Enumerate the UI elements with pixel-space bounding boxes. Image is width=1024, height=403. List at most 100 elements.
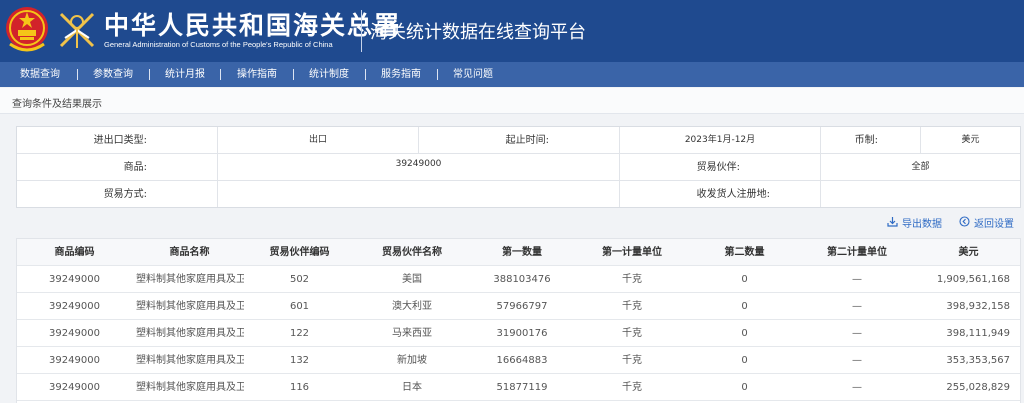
commodity-name-cell: 塑料制其他家庭用具及卫生或盥洗用具 xyxy=(136,274,244,285)
second-quantity-cell: 0 xyxy=(741,382,748,393)
nav-separator xyxy=(437,69,438,80)
column-header: 第一计量单位 xyxy=(602,247,662,258)
table-header: 商品编码 商品名称 贸易伙伴编码 贸易伙伴名称 第一数量 第一计量单位 第二数量… xyxy=(17,239,1020,266)
first-unit-cell: 千克 xyxy=(622,382,642,393)
table-row: 39249000 塑料制其他家庭用具及卫生或盥洗用具 132 新加坡 16664… xyxy=(17,347,1020,374)
column-header: 第二计量单位 xyxy=(827,247,887,258)
nav-item-monthly-report[interactable]: 统计月报 xyxy=(165,62,205,87)
export-data-label: 导出数据 xyxy=(902,219,942,230)
currency-label: 币制: xyxy=(821,127,921,154)
first-quantity-cell: 31900176 xyxy=(496,328,548,339)
partner-code-cell: 122 xyxy=(289,328,310,339)
partner-value: 全部 xyxy=(821,154,1020,181)
first-quantity-cell: 51877119 xyxy=(496,382,548,393)
commodity-name-cell: 塑料制其他家庭用具及卫生或盥洗用具 xyxy=(136,355,244,366)
results-table: 商品编码 商品名称 贸易伙伴编码 贸易伙伴名称 第一数量 第一计量单位 第二数量… xyxy=(16,238,1021,403)
agency-title: 中华人民共和国海关总署 xyxy=(104,11,402,40)
commodity-code-cell: 39249000 xyxy=(49,274,100,285)
nav-item-guide[interactable]: 操作指南 xyxy=(237,62,277,87)
second-unit-cell: — xyxy=(852,382,862,393)
first-unit-cell: 千克 xyxy=(622,355,642,366)
download-icon xyxy=(887,217,898,227)
commodity-code-cell: 39249000 xyxy=(49,328,100,339)
column-header: 第一数量 xyxy=(502,247,542,258)
agency-title-english: General Administration of Customs of the… xyxy=(104,40,333,49)
commodity-name-cell: 塑料制其他家庭用具及卫生或盥洗用具 xyxy=(136,328,244,339)
back-circle-icon xyxy=(959,216,970,227)
nav-separator xyxy=(77,69,78,80)
partner-code-cell: 132 xyxy=(289,355,310,366)
back-to-settings-label: 返回设置 xyxy=(974,219,1014,230)
partner-code-cell: 502 xyxy=(289,274,310,285)
second-unit-cell: — xyxy=(852,355,862,366)
second-unit-cell: — xyxy=(852,328,862,339)
first-quantity-cell: 16664883 xyxy=(496,355,548,366)
query-conditions: 进出口类型: 出口 起止时间: 2023年1月-12月 币制: 美元 商品: 3… xyxy=(16,126,1021,208)
trade-mode-label: 贸易方式: xyxy=(17,181,218,207)
table-row: 39249000 塑料制其他家庭用具及卫生或盥洗用具 502 美国 388103… xyxy=(17,266,1020,293)
second-quantity-cell: 0 xyxy=(741,355,748,366)
partner-code-cell: 116 xyxy=(289,382,310,393)
header-divider xyxy=(361,10,362,52)
second-quantity-cell: 0 xyxy=(741,328,748,339)
column-header: 商品名称 xyxy=(169,247,210,258)
nav-item-service-guide[interactable]: 服务指南 xyxy=(381,62,421,87)
table-row: 39249000 塑料制其他家庭用具及卫生或盥洗用具 116 日本 518771… xyxy=(17,374,1020,401)
nav-separator xyxy=(293,69,294,80)
partner-code-cell: 601 xyxy=(289,301,310,312)
partner-label: 贸易伙伴: xyxy=(620,154,821,181)
commodity-label: 商品: xyxy=(17,154,218,181)
nav-separator xyxy=(220,69,221,80)
first-quantity-cell: 57966797 xyxy=(496,301,548,312)
first-unit-cell: 千克 xyxy=(622,301,642,312)
column-header: 商品编码 xyxy=(54,247,95,258)
nav-separator xyxy=(149,69,150,80)
first-quantity-cell: 388103476 xyxy=(493,274,551,285)
trade-mode-value xyxy=(218,181,620,207)
second-quantity-cell: 0 xyxy=(741,301,748,312)
national-emblem-icon xyxy=(6,7,48,52)
table-row: 39249000 塑料制其他家庭用具及卫生或盥洗用具 122 马来西亚 3190… xyxy=(17,320,1020,347)
region-label: 收发货人注册地: xyxy=(620,181,821,207)
partner-name-cell: 澳大利亚 xyxy=(392,301,432,312)
first-unit-cell: 千克 xyxy=(622,274,642,285)
nav-item-parameter-query[interactable]: 参数查询 xyxy=(93,62,133,87)
commodity-value: 39249000 xyxy=(218,154,620,181)
breadcrumb: 查询条件及结果展示 xyxy=(0,88,1024,114)
nav-item-data-query[interactable]: 数据查询 xyxy=(20,62,60,87)
breadcrumb-label: 查询条件及结果展示 xyxy=(12,99,102,110)
nav-item-faq[interactable]: 常见问题 xyxy=(453,62,493,87)
nav-separator xyxy=(365,69,366,80)
customs-emblem-icon xyxy=(59,12,95,48)
commodity-name-cell: 塑料制其他家庭用具及卫生或盥洗用具 xyxy=(136,382,244,393)
period-value: 2023年1月-12月 xyxy=(620,127,821,154)
trade-type-value: 出口 xyxy=(218,127,419,154)
export-data-button[interactable]: 导出数据 xyxy=(887,215,947,230)
column-header: 贸易伙伴编码 xyxy=(269,247,330,258)
period-label: 起止时间: xyxy=(419,127,620,154)
usd-value-cell: 398,932,158 xyxy=(946,301,1010,312)
commodity-code-cell: 39249000 xyxy=(49,382,100,393)
currency-value: 美元 xyxy=(921,127,1020,154)
usd-value-cell: 398,111,949 xyxy=(946,328,1010,339)
usd-value-cell: 353,353,567 xyxy=(946,355,1010,366)
commodity-code-cell: 39249000 xyxy=(49,355,100,366)
partner-name-cell: 新加坡 xyxy=(397,355,427,366)
trade-type-label: 进出口类型: xyxy=(17,127,218,154)
second-unit-cell: — xyxy=(852,301,862,312)
region-value xyxy=(821,181,1020,207)
table-row: 39249000 塑料制其他家庭用具及卫生或盥洗用具 601 澳大利亚 5796… xyxy=(17,293,1020,320)
second-quantity-cell: 0 xyxy=(741,274,748,285)
partner-name-cell: 日本 xyxy=(402,382,422,393)
column-header: 美元 xyxy=(958,247,979,258)
column-header: 贸易伙伴名称 xyxy=(382,247,442,258)
back-to-settings-button[interactable]: 返回设置 xyxy=(959,215,1021,230)
site-header: 中华人民共和国海关总署 General Administration of Cu… xyxy=(0,0,1024,62)
nav-item-statistics-system[interactable]: 统计制度 xyxy=(309,62,349,87)
commodity-name-cell: 塑料制其他家庭用具及卫生或盥洗用具 xyxy=(136,301,244,312)
usd-value-cell: 1,909,561,168 xyxy=(936,274,1010,285)
usd-value-cell: 255,028,829 xyxy=(946,382,1010,393)
partner-name-cell: 美国 xyxy=(402,274,422,285)
main-nav: 数据查询 参数查询 统计月报 操作指南 统计制度 服务指南 常见问题 xyxy=(0,62,1024,87)
commodity-code-cell: 39249000 xyxy=(49,301,100,312)
